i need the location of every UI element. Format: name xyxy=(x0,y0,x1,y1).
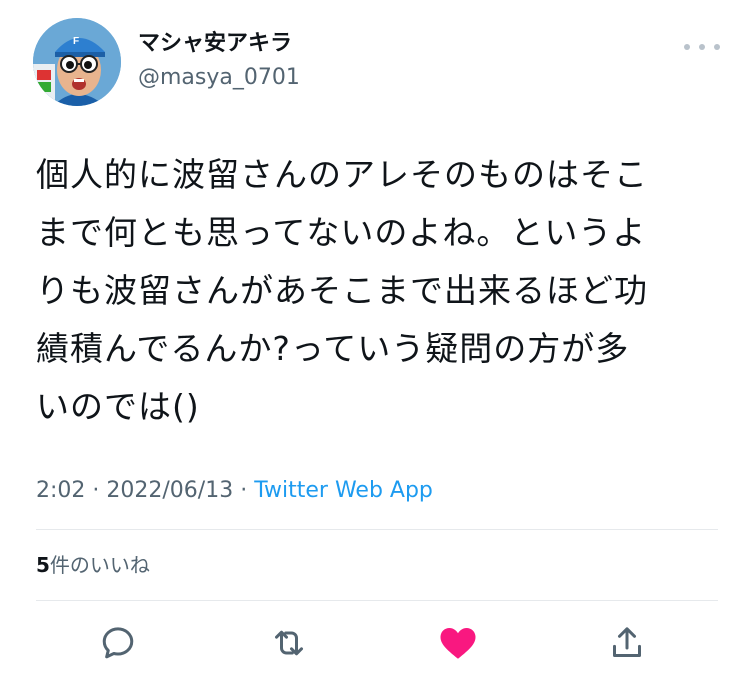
display-name[interactable]: マシャ安アキラ xyxy=(138,30,292,58)
reply-button[interactable] xyxy=(90,615,146,671)
action-bar xyxy=(0,615,750,671)
more-dot xyxy=(684,44,690,50)
likes-number: 5 xyxy=(36,553,50,577)
tweet-line: 個人的に波留さんのアレそのものはそこ xyxy=(36,155,648,194)
tweet-line: まで何とも思ってないのよね。というよ xyxy=(36,213,647,252)
like-button[interactable] xyxy=(430,615,486,671)
tweet-date[interactable]: 2022/06/13 xyxy=(106,478,233,503)
heart-icon xyxy=(440,627,476,659)
svg-text:F: F xyxy=(73,36,79,47)
tweet-line: りも波留さんがあそこまで出来るほど功 xyxy=(36,271,648,310)
likes-count[interactable]: 5件のいいね xyxy=(36,551,150,579)
tweet-line: 績積んでるんか?っていう疑問の方が多 xyxy=(36,329,630,368)
meta-separator: · xyxy=(92,478,107,503)
divider xyxy=(36,529,718,530)
retweet-icon xyxy=(275,630,303,656)
likes-label: 件のいいね xyxy=(49,553,150,577)
reply-icon xyxy=(102,627,134,659)
more-dot xyxy=(699,44,705,50)
source-app-link[interactable]: Twitter Web App xyxy=(254,478,433,503)
more-options-icon[interactable] xyxy=(684,40,720,54)
divider xyxy=(36,600,718,601)
more-dot xyxy=(714,44,720,50)
share-button[interactable] xyxy=(599,615,655,671)
tweet-time[interactable]: 2:02 xyxy=(36,478,85,503)
retweet-button[interactable] xyxy=(261,615,317,671)
tweet-meta: 2:02 · 2022/06/13 · Twitter Web App xyxy=(36,476,433,506)
avatar[interactable]: F xyxy=(33,18,121,106)
tweet-text: 個人的に波留さんのアレそのものはそこ まで何とも思ってないのよね。というよ りも… xyxy=(36,146,726,436)
share-icon xyxy=(613,627,641,657)
user-handle[interactable]: @masya_0701 xyxy=(138,64,300,92)
tweet-line: いのでは() xyxy=(36,387,200,426)
meta-separator: · xyxy=(240,478,255,503)
user-avatar-image: F xyxy=(33,18,121,106)
